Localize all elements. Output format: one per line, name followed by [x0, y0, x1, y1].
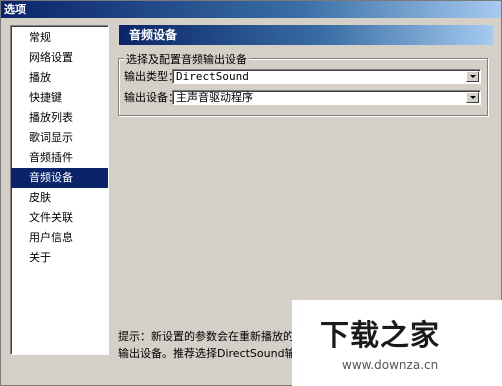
- category-list[interactable]: 常规 网络设置 播放 快捷键 播放列表 歌词显示 音频插件 音频设备 皮肤 文件…: [10, 25, 109, 355]
- watermark-logo: 下载之家: [320, 318, 441, 352]
- sidebar-item-playlist[interactable]: 播放列表: [11, 108, 108, 128]
- output-device-group: 选择及配置音频输出设备 输出类型： DirectSound 输出设备： 主声音驱…: [118, 51, 488, 116]
- sidebar-item-skin[interactable]: 皮肤: [11, 188, 108, 208]
- sidebar-item-network[interactable]: 网络设置: [11, 48, 108, 68]
- output-type-value: DirectSound: [176, 70, 249, 83]
- sidebar-item-file-association[interactable]: 文件关联: [11, 208, 108, 228]
- sidebar-item-user-info[interactable]: 用户信息: [11, 228, 108, 248]
- hint-line-2: 输出设备。推荐选择DirectSound输出类型: [118, 347, 298, 360]
- sidebar-item-playback[interactable]: 播放: [11, 68, 108, 88]
- chevron-down-icon[interactable]: [466, 92, 479, 103]
- output-device-value: 主声音驱动程序: [176, 91, 253, 104]
- sidebar-item-general[interactable]: 常规: [11, 28, 108, 48]
- chevron-down-icon[interactable]: [466, 71, 479, 82]
- output-device-label: 输出设备：: [124, 91, 179, 104]
- sidebar-item-hotkeys[interactable]: 快捷键: [11, 88, 108, 108]
- window-title: 选项: [1, 1, 501, 18]
- sidebar-item-audio-device[interactable]: 音频设备: [11, 168, 108, 188]
- sidebar-item-about[interactable]: 关于: [11, 248, 108, 268]
- sidebar-item-lyrics[interactable]: 歌词显示: [11, 128, 108, 148]
- output-type-label: 输出类型：: [124, 70, 179, 83]
- watermark: 下载之家 www.downza.cn: [292, 300, 502, 386]
- output-type-select[interactable]: DirectSound: [172, 69, 481, 84]
- watermark-url: www.downza.cn: [342, 358, 439, 372]
- output-device-select[interactable]: 主声音驱动程序: [172, 90, 481, 105]
- hint-text: 提示：新设置的参数会在重新播放的时候生 输出设备。推荐选择DirectSound…: [118, 328, 298, 362]
- group-title: 选择及配置音频输出设备: [124, 51, 249, 67]
- hint-line-1: 提示：新设置的参数会在重新播放的时候生: [118, 330, 298, 343]
- section-header: 音频设备: [119, 25, 493, 45]
- sidebar-item-audio-plugins[interactable]: 音频插件: [11, 148, 108, 168]
